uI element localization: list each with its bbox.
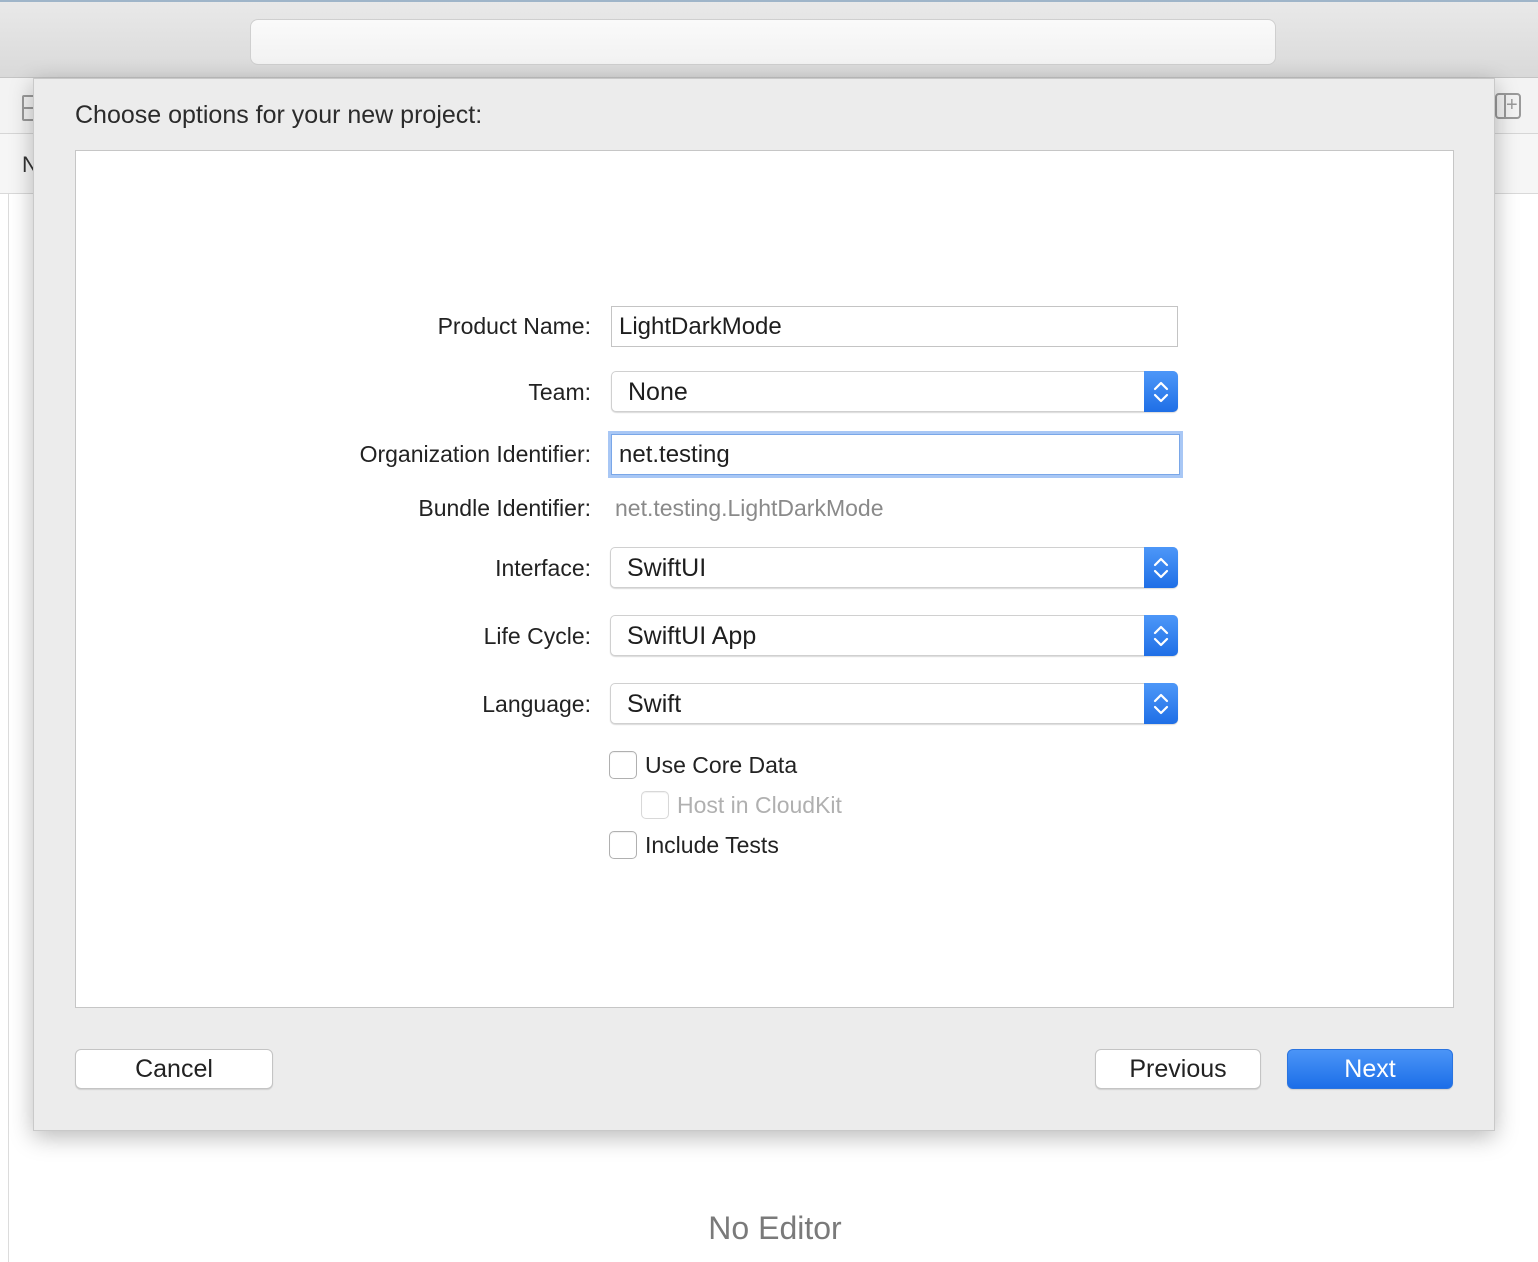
product-name-label: Product Name:	[437, 313, 591, 339]
no-editor-label: No Editor	[708, 1210, 842, 1246]
options-form: Product Name: LightDarkMode Team: None O…	[75, 150, 1454, 1008]
organization-identifier-label: Organization Identifier:	[359, 441, 591, 467]
use-core-data-label: Use Core Data	[645, 752, 798, 778]
team-value: None	[628, 378, 688, 406]
team-label: Team:	[528, 379, 591, 405]
new-project-sheet: Choose options for your new project: Pro…	[33, 78, 1495, 1131]
use-core-data-checkbox[interactable]	[609, 751, 637, 779]
sheet-title: Choose options for your new project:	[75, 101, 483, 129]
chevron-up-down-icon	[1144, 547, 1178, 588]
activity-viewer	[250, 19, 1276, 65]
host-in-cloudkit-checkbox	[641, 791, 669, 819]
sidebar-divider	[8, 194, 9, 1262]
include-tests-checkbox[interactable]	[609, 831, 637, 859]
product-name-field[interactable]: LightDarkMode	[611, 306, 1178, 347]
interface-popup[interactable]: SwiftUI	[610, 547, 1178, 588]
host-in-cloudkit-label: Host in CloudKit	[677, 792, 842, 818]
chevron-up-down-icon	[1144, 683, 1178, 724]
chevron-up-down-icon	[1144, 371, 1178, 412]
cancel-button[interactable]: Cancel	[75, 1049, 273, 1089]
include-tests-label: Include Tests	[645, 832, 779, 858]
language-popup[interactable]: Swift	[610, 683, 1178, 724]
bundle-identifier-label: Bundle Identifier:	[418, 495, 591, 521]
language-value: Swift	[627, 690, 682, 718]
life-cycle-value: SwiftUI App	[627, 622, 757, 650]
team-popup[interactable]: None	[611, 371, 1178, 412]
language-label: Language:	[482, 691, 591, 717]
organization-identifier-field[interactable]: net.testing	[611, 434, 1180, 475]
interface-label: Interface:	[495, 555, 591, 581]
window-titlebar	[0, 0, 1538, 78]
life-cycle-popup[interactable]: SwiftUI App	[610, 615, 1178, 656]
bundle-identifier-value: net.testing.LightDarkMode	[615, 495, 884, 521]
chevron-up-down-icon	[1144, 615, 1178, 656]
next-button[interactable]: Next	[1287, 1049, 1453, 1089]
life-cycle-label: Life Cycle:	[483, 623, 591, 649]
add-editor-icon[interactable]	[1495, 91, 1521, 119]
previous-button[interactable]: Previous	[1095, 1049, 1261, 1089]
interface-value: SwiftUI	[627, 554, 707, 582]
